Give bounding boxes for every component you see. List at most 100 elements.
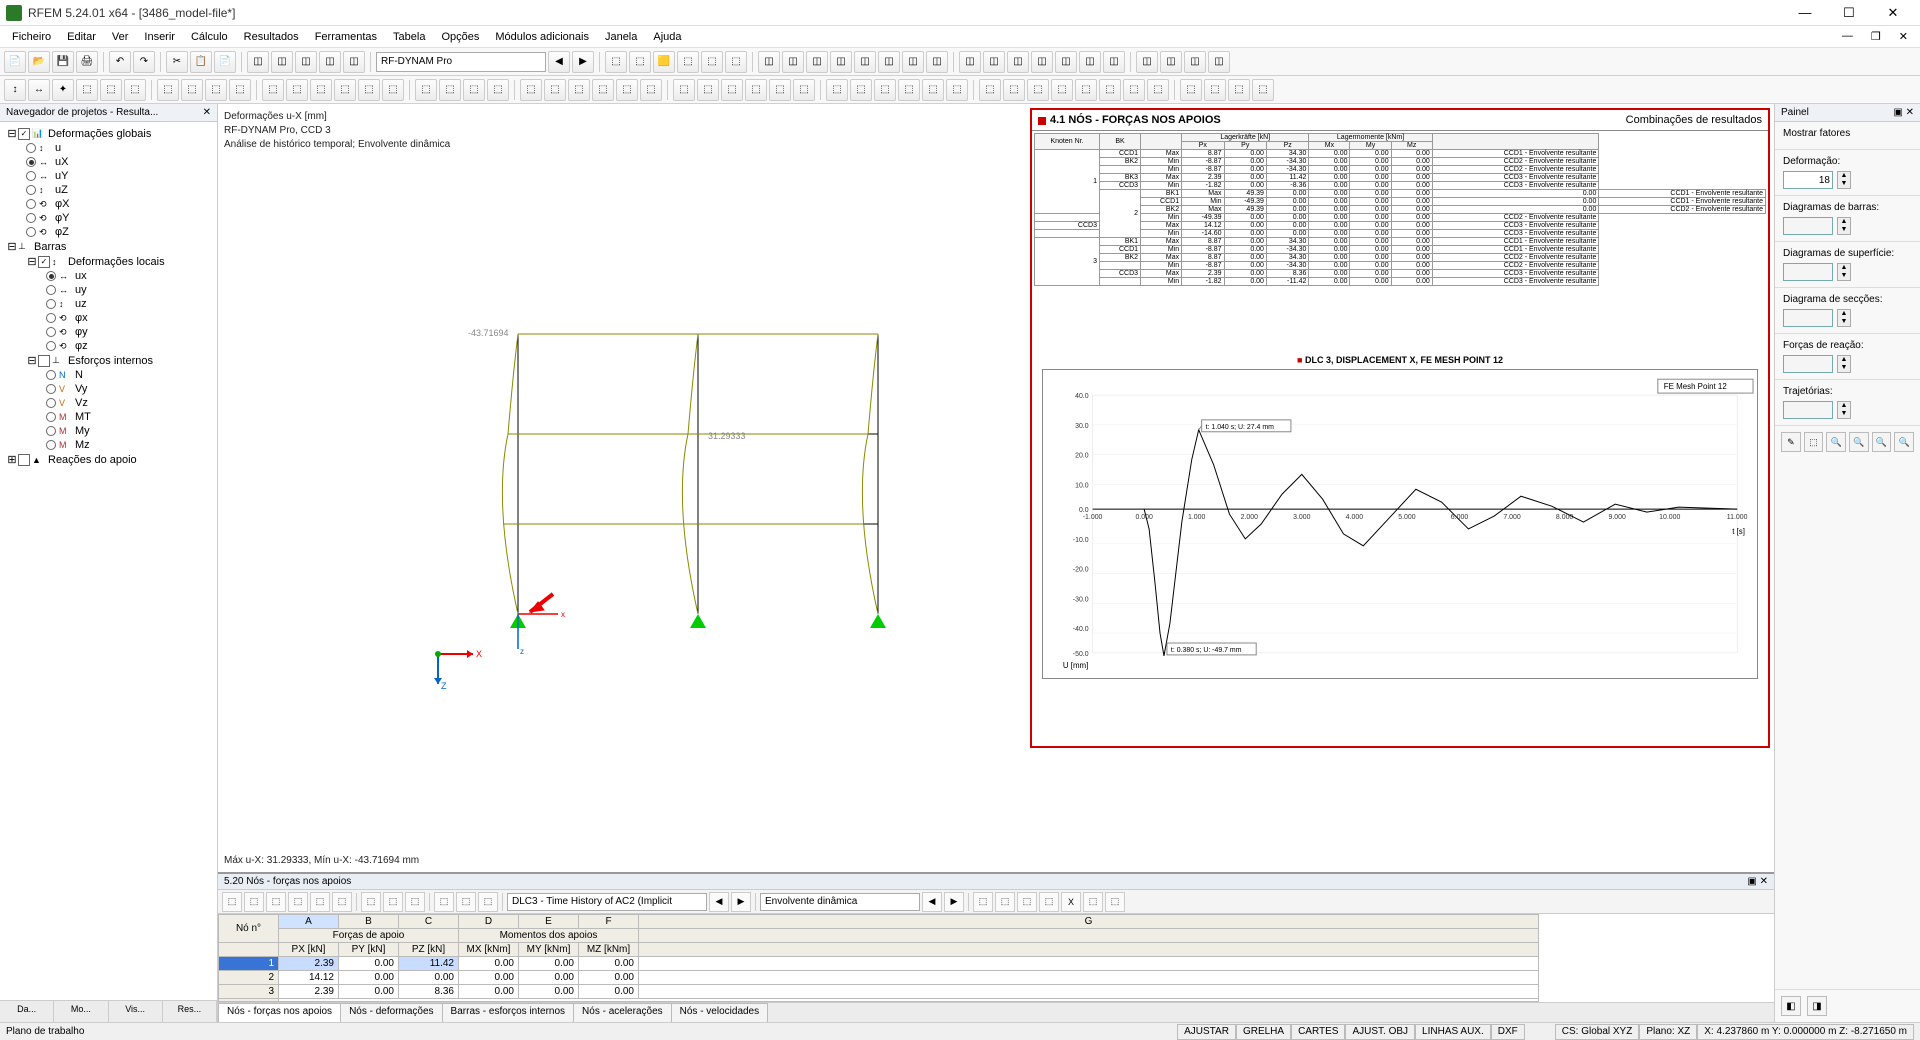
gp-tb-b-icon[interactable]: ⬚: [244, 892, 264, 912]
tb-s-icon[interactable]: ◫: [926, 51, 948, 73]
tb2-g-icon[interactable]: ⬚: [157, 79, 179, 101]
expand-icon[interactable]: ⊞: [6, 453, 18, 466]
radio[interactable]: [46, 440, 56, 450]
tb2-af-icon[interactable]: ⬚: [793, 79, 815, 101]
spin-down-icon[interactable]: ▼: [1838, 410, 1850, 418]
tree-reacoes[interactable]: Reações do apoio: [48, 454, 137, 466]
tree-n[interactable]: N: [75, 369, 83, 381]
expand-icon[interactable]: ⊟: [6, 240, 18, 253]
tree-luz[interactable]: uz: [75, 298, 87, 310]
tb-m-icon[interactable]: ◫: [782, 51, 804, 73]
tb2-d-icon[interactable]: ⬚: [76, 79, 98, 101]
tb-n-icon[interactable]: ◫: [806, 51, 828, 73]
expand-icon[interactable]: ⊟: [6, 127, 18, 140]
tb2-a-icon[interactable]: ↕: [4, 79, 26, 101]
radio[interactable]: [46, 370, 56, 380]
tree-mz[interactable]: Mz: [75, 439, 90, 451]
tb2-ah-icon[interactable]: ⬚: [850, 79, 872, 101]
tb-c-icon[interactable]: ◫: [295, 51, 317, 73]
tb-undo-icon[interactable]: ↶: [109, 51, 131, 73]
menu-modulos[interactable]: Módulos adicionais: [487, 29, 597, 45]
menu-ficheiro[interactable]: Ficheiro: [4, 29, 59, 45]
tb-open-icon[interactable]: 📂: [28, 51, 50, 73]
results-table[interactable]: Nó n° A BC DE F G Forças de apoio Moment…: [218, 914, 1539, 1002]
minimize-button[interactable]: —: [1784, 1, 1826, 25]
menu-tabela[interactable]: Tabela: [385, 29, 433, 45]
radio[interactable]: [46, 384, 56, 394]
tb-i-icon[interactable]: ⬚: [677, 51, 699, 73]
tb2-z-icon[interactable]: ⬚: [640, 79, 662, 101]
tb-ad-icon[interactable]: ◫: [1208, 51, 1230, 73]
rp-footer-a-icon[interactable]: ◧: [1781, 996, 1801, 1016]
tree-ux[interactable]: uX: [55, 156, 68, 168]
gp-tb-n-icon[interactable]: ⬚: [995, 892, 1015, 912]
menu-opcoes[interactable]: Opções: [433, 29, 487, 45]
close-button[interactable]: ✕: [1872, 1, 1914, 25]
navigator-tree[interactable]: ⊟✓📊Deformações globais ↕u ↔uX ↔uY ↕uZ ⟲φ…: [0, 122, 217, 1000]
tb2-ae-icon[interactable]: ⬚: [769, 79, 791, 101]
tb2-e-icon[interactable]: ⬚: [100, 79, 122, 101]
rp-ico-f-icon[interactable]: 🔍: [1894, 432, 1914, 452]
rp-trajetorias-input[interactable]: [1783, 401, 1833, 419]
spin-up-icon[interactable]: ▲: [1838, 264, 1850, 272]
checkbox[interactable]: [38, 355, 50, 367]
radio[interactable]: [26, 143, 36, 153]
tb-l-icon[interactable]: ◫: [758, 51, 780, 73]
tree-my[interactable]: My: [75, 425, 90, 437]
spin-down-icon[interactable]: ▼: [1838, 318, 1850, 326]
tb2-ad-icon[interactable]: ⬚: [745, 79, 767, 101]
tb-v-icon[interactable]: ◫: [1007, 51, 1029, 73]
tree-vy[interactable]: Vy: [75, 383, 87, 395]
nav-tab-dados[interactable]: Da...: [0, 1001, 54, 1022]
tb2-ag-icon[interactable]: ⬚: [826, 79, 848, 101]
tree-def-locais[interactable]: Deformações locais: [68, 256, 165, 268]
gp-tb-p-icon[interactable]: ⬚: [1039, 892, 1059, 912]
gp-prev-icon[interactable]: ◀: [709, 892, 729, 912]
tb-print-icon[interactable]: 🖨: [76, 51, 98, 73]
status-cartes[interactable]: CARTES: [1291, 1024, 1345, 1040]
tb2-aa-icon[interactable]: ⬚: [673, 79, 695, 101]
tb-g-icon[interactable]: ⬚: [629, 51, 651, 73]
tb2-i-icon[interactable]: ⬚: [205, 79, 227, 101]
tree-phix[interactable]: φX: [55, 198, 69, 210]
tb-e-icon[interactable]: ◫: [343, 51, 365, 73]
tb2-ar-icon[interactable]: ⬚: [1099, 79, 1121, 101]
tree-barras[interactable]: Barras: [34, 241, 66, 253]
tb2-f-icon[interactable]: ⬚: [124, 79, 146, 101]
tree-lphiz[interactable]: φz: [75, 340, 88, 352]
radio[interactable]: [26, 157, 36, 167]
tb2-w-icon[interactable]: ⬚: [568, 79, 590, 101]
maximize-button[interactable]: ☐: [1828, 1, 1870, 25]
tb-w-icon[interactable]: ◫: [1031, 51, 1053, 73]
gp-tb-f-icon[interactable]: ⬚: [332, 892, 352, 912]
gp-tb-excel-icon[interactable]: X: [1061, 892, 1081, 912]
nav-tab-resultados[interactable]: Res...: [163, 1001, 217, 1022]
spin-up-icon[interactable]: ▲: [1838, 218, 1850, 226]
gp-tb-r-icon[interactable]: ⬚: [1105, 892, 1125, 912]
tb2-as-icon[interactable]: ⬚: [1123, 79, 1145, 101]
menu-calculo[interactable]: Cálculo: [183, 29, 236, 45]
tb2-u-icon[interactable]: ⬚: [520, 79, 542, 101]
gp-prev2-icon[interactable]: ◀: [922, 892, 942, 912]
tb2-ax-icon[interactable]: ⬚: [1252, 79, 1274, 101]
gp-tb-e-icon[interactable]: ⬚: [310, 892, 330, 912]
spin-up-icon[interactable]: ▲: [1838, 310, 1850, 318]
tb2-r-icon[interactable]: ⬚: [439, 79, 461, 101]
spin-down-icon[interactable]: ▼: [1838, 272, 1850, 280]
checkbox[interactable]: [18, 454, 30, 466]
tb2-n-icon[interactable]: ⬚: [334, 79, 356, 101]
tb-o-icon[interactable]: ◫: [830, 51, 852, 73]
radio[interactable]: [46, 412, 56, 422]
expand-icon[interactable]: ⊟: [26, 255, 38, 268]
gp-tb-a-icon[interactable]: ⬚: [222, 892, 242, 912]
doc-restore-button[interactable]: ❐: [1863, 28, 1889, 45]
rp-deform-input[interactable]: [1783, 171, 1833, 189]
radio[interactable]: [46, 299, 56, 309]
tree-def-globais[interactable]: Deformações globais: [48, 128, 151, 140]
table-row[interactable]: 3 2.390.00 8.360.00 0.000.00: [219, 985, 1539, 999]
rp-superficie-input[interactable]: [1783, 263, 1833, 281]
tb-z-icon[interactable]: ◫: [1103, 51, 1125, 73]
radio[interactable]: [26, 185, 36, 195]
spin-down-icon[interactable]: ▼: [1838, 226, 1850, 234]
radio[interactable]: [46, 313, 56, 323]
